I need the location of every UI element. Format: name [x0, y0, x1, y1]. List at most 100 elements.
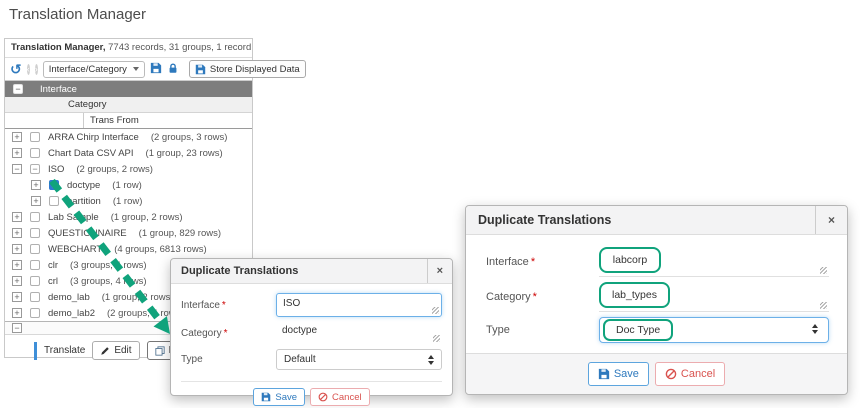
prev-icon[interactable]: ‹	[27, 64, 30, 75]
row-checkbox[interactable]: ✓	[49, 180, 59, 190]
dialog-header: Duplicate Translations ×	[171, 259, 452, 284]
status-summary: 7743 records, 31 groups, 1 record select…	[106, 42, 253, 53]
category-field-label: Category*	[486, 291, 599, 303]
row-meta: (1 row)	[112, 180, 142, 191]
expander-icon[interactable]: +	[12, 292, 22, 302]
category-value: doctype	[282, 325, 317, 336]
category-textarea[interactable]: doctype	[276, 325, 442, 341]
updown-icon	[812, 324, 818, 334]
interface-value: labcorp	[613, 254, 647, 266]
tree-row[interactable]: + Chart Data CSV API (1 group, 23 rows)	[5, 145, 252, 161]
interface-textarea[interactable]: labcorp	[599, 247, 829, 277]
save-icon[interactable]	[150, 62, 162, 77]
translate-button[interactable]: Translate	[34, 342, 85, 360]
expander-icon[interactable]: +	[12, 308, 22, 318]
expander-icon[interactable]: +	[12, 132, 22, 142]
lock-icon[interactable]	[167, 62, 179, 77]
tree-row[interactable]: + QUESTIONNAIRE (1 group, 829 rows)	[5, 225, 252, 241]
row-label: WEBCHART	[48, 244, 102, 255]
row-meta: (1 row)	[113, 196, 143, 207]
cancel-button[interactable]: Cancel	[310, 388, 370, 406]
type-select[interactable]: Doc Type	[599, 317, 829, 343]
expander-icon[interactable]: −	[12, 323, 22, 333]
trans-from-header-row: Trans From	[5, 113, 252, 129]
row-meta: (1 group, 2 rows)	[102, 292, 174, 303]
resize-grip-icon[interactable]	[433, 335, 440, 342]
row-checkbox[interactable]	[30, 228, 40, 238]
row-checkbox[interactable]	[49, 196, 59, 206]
tree-row[interactable]: + partition (1 row)	[5, 193, 252, 209]
resize-grip-icon[interactable]	[820, 267, 827, 274]
interface-value: ISO	[283, 298, 300, 309]
expander-icon[interactable]: +	[12, 244, 22, 254]
expander-icon[interactable]: +	[12, 260, 22, 270]
expander-icon[interactable]: −	[12, 164, 22, 174]
dialog-body: Interface* ISO Category* doctype Type De…	[171, 284, 452, 406]
interface-textarea[interactable]: ISO	[276, 293, 442, 317]
row-label: doctype	[67, 180, 100, 191]
category-field-row: Category* lab_types	[486, 282, 829, 312]
cancel-button[interactable]: Cancel	[655, 362, 725, 386]
type-field-label: Type	[486, 324, 599, 336]
collapse-all-icon[interactable]: −	[13, 84, 23, 94]
next-icon[interactable]: ›	[35, 64, 38, 75]
category-value: lab_types	[612, 289, 657, 301]
row-checkbox[interactable]: −	[30, 164, 40, 174]
row-label: QUESTIONNAIRE	[48, 228, 127, 239]
category-textarea[interactable]: lab_types	[599, 282, 829, 312]
row-label: crl	[48, 276, 58, 287]
row-label: partition	[67, 196, 101, 207]
save-button[interactable]: Save	[588, 362, 649, 386]
row-checkbox[interactable]	[30, 308, 40, 318]
interface-field-row: Interface* ISO	[181, 293, 442, 317]
expander-icon[interactable]: +	[12, 276, 22, 286]
view-mode-select[interactable]: Interface/Category	[43, 61, 145, 78]
row-checkbox[interactable]	[30, 132, 40, 142]
cancel-icon	[665, 368, 677, 380]
resize-grip-icon[interactable]	[432, 307, 439, 314]
row-checkbox[interactable]	[30, 244, 40, 254]
edit-button[interactable]: Edit	[92, 341, 139, 360]
close-icon[interactable]: ×	[815, 206, 847, 234]
save-button[interactable]: Save	[253, 388, 305, 406]
cancel-label: Cancel	[332, 392, 362, 403]
tree-row[interactable]: + ARRA Chirp Interface (2 groups, 3 rows…	[5, 129, 252, 145]
highlight-ring: Doc Type	[603, 319, 673, 341]
row-meta: (1 group, 23 rows)	[146, 148, 223, 159]
expander-icon[interactable]: +	[12, 212, 22, 222]
store-displayed-data-button[interactable]: Store Displayed Data	[189, 60, 306, 78]
close-icon[interactable]: ×	[427, 259, 452, 283]
chevron-down-icon	[133, 67, 139, 71]
row-meta: (2 groups, 2 rows)	[76, 164, 153, 175]
tree-row[interactable]: + ✓ doctype (1 row)	[5, 177, 252, 193]
row-checkbox[interactable]	[30, 148, 40, 158]
store-displayed-data-label: Store Displayed Data	[210, 64, 300, 75]
trans-from-header-label: Trans From	[84, 115, 139, 126]
tree-row[interactable]: + WEBCHART (4 groups, 6813 rows)	[5, 241, 252, 257]
required-marker: *	[224, 328, 228, 339]
expander-icon[interactable]: +	[31, 180, 41, 190]
save-icon	[195, 64, 206, 75]
row-label: clr	[48, 260, 58, 271]
required-marker: *	[222, 300, 226, 311]
resize-grip-icon[interactable]	[820, 302, 827, 309]
toolbar: ↺ ‹ › Interface/Category Store Displayed…	[5, 58, 252, 81]
row-checkbox[interactable]	[30, 260, 40, 270]
required-marker: *	[531, 256, 535, 268]
row-meta: (1 group, 829 rows)	[139, 228, 221, 239]
category-field-row: Category* doctype	[181, 325, 442, 341]
refresh-icon[interactable]: ↺	[10, 63, 22, 75]
expander-icon[interactable]: +	[12, 228, 22, 238]
interface-field-label: Interface*	[181, 300, 276, 311]
row-checkbox[interactable]	[30, 276, 40, 286]
interface-field-row: Interface* labcorp	[486, 247, 829, 277]
page-title: Translation Manager	[9, 6, 146, 23]
row-checkbox[interactable]	[30, 212, 40, 222]
type-field-label: Type	[181, 354, 276, 365]
tree-row[interactable]: + Lab Sample (1 group, 2 rows)	[5, 209, 252, 225]
row-checkbox[interactable]	[30, 292, 40, 302]
type-select[interactable]: Default	[276, 349, 442, 370]
expander-icon[interactable]: +	[31, 196, 41, 206]
tree-row[interactable]: − − ISO (2 groups, 2 rows)	[5, 161, 252, 177]
expander-icon[interactable]: +	[12, 148, 22, 158]
